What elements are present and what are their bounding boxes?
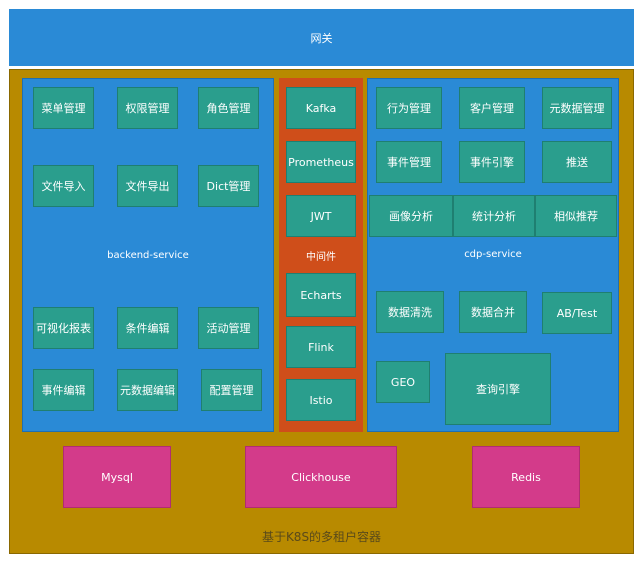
cdp-module: 事件管理	[376, 141, 442, 183]
cdp-module: AB/Test	[542, 292, 612, 334]
cdp-module: GEO	[376, 361, 430, 403]
storage-redis: Redis	[472, 446, 580, 508]
cdp-module: 事件引擎	[459, 141, 525, 183]
backend-module: 配置管理	[201, 369, 262, 411]
backend-module: 角色管理	[198, 87, 259, 129]
cdp-module: 数据合并	[459, 291, 527, 333]
container-caption: 基于K8S的多租户容器	[261, 529, 382, 544]
storage-clickhouse: Clickhouse	[245, 446, 397, 508]
backend-module: 文件导入	[33, 165, 94, 207]
cdp-module: 行为管理	[376, 87, 442, 129]
middleware-item: Kafka	[286, 87, 356, 129]
backend-module: 文件导出	[117, 165, 178, 207]
cdp-module: 数据清洗	[376, 291, 444, 333]
cdp-module: 元数据管理	[542, 87, 612, 129]
storage-mysql: Mysql	[63, 446, 171, 508]
backend-module: 条件编辑	[117, 307, 178, 349]
middleware-item: Echarts	[286, 273, 356, 317]
cdp-module: 相似推荐	[535, 195, 617, 237]
gateway-layer: 网关	[9, 9, 634, 66]
backend-module: 事件编辑	[33, 369, 94, 411]
backend-module: Dict管理	[198, 165, 259, 207]
backend-module: 元数据编辑	[117, 369, 178, 411]
cdp-module: 统计分析	[453, 195, 535, 237]
middleware-label: 中间件	[306, 251, 336, 263]
middleware-item: JWT	[286, 195, 356, 237]
backend-module: 权限管理	[117, 87, 178, 129]
cdp-module: 客户管理	[459, 87, 525, 129]
middleware-item: Istio	[286, 379, 356, 421]
middleware-item: Prometheus	[286, 141, 356, 183]
backend-module: 活动管理	[198, 307, 259, 349]
backend-module: 可视化报表	[33, 307, 94, 349]
backend-service-label: backend-service	[107, 249, 189, 261]
cdp-module: 推送	[542, 141, 612, 183]
backend-module: 菜单管理	[33, 87, 94, 129]
cdp-service-label: cdp-service	[464, 248, 522, 260]
cdp-module: 查询引擎	[445, 353, 551, 425]
cdp-module: 画像分析	[369, 195, 453, 237]
middleware-item: Flink	[286, 326, 356, 368]
